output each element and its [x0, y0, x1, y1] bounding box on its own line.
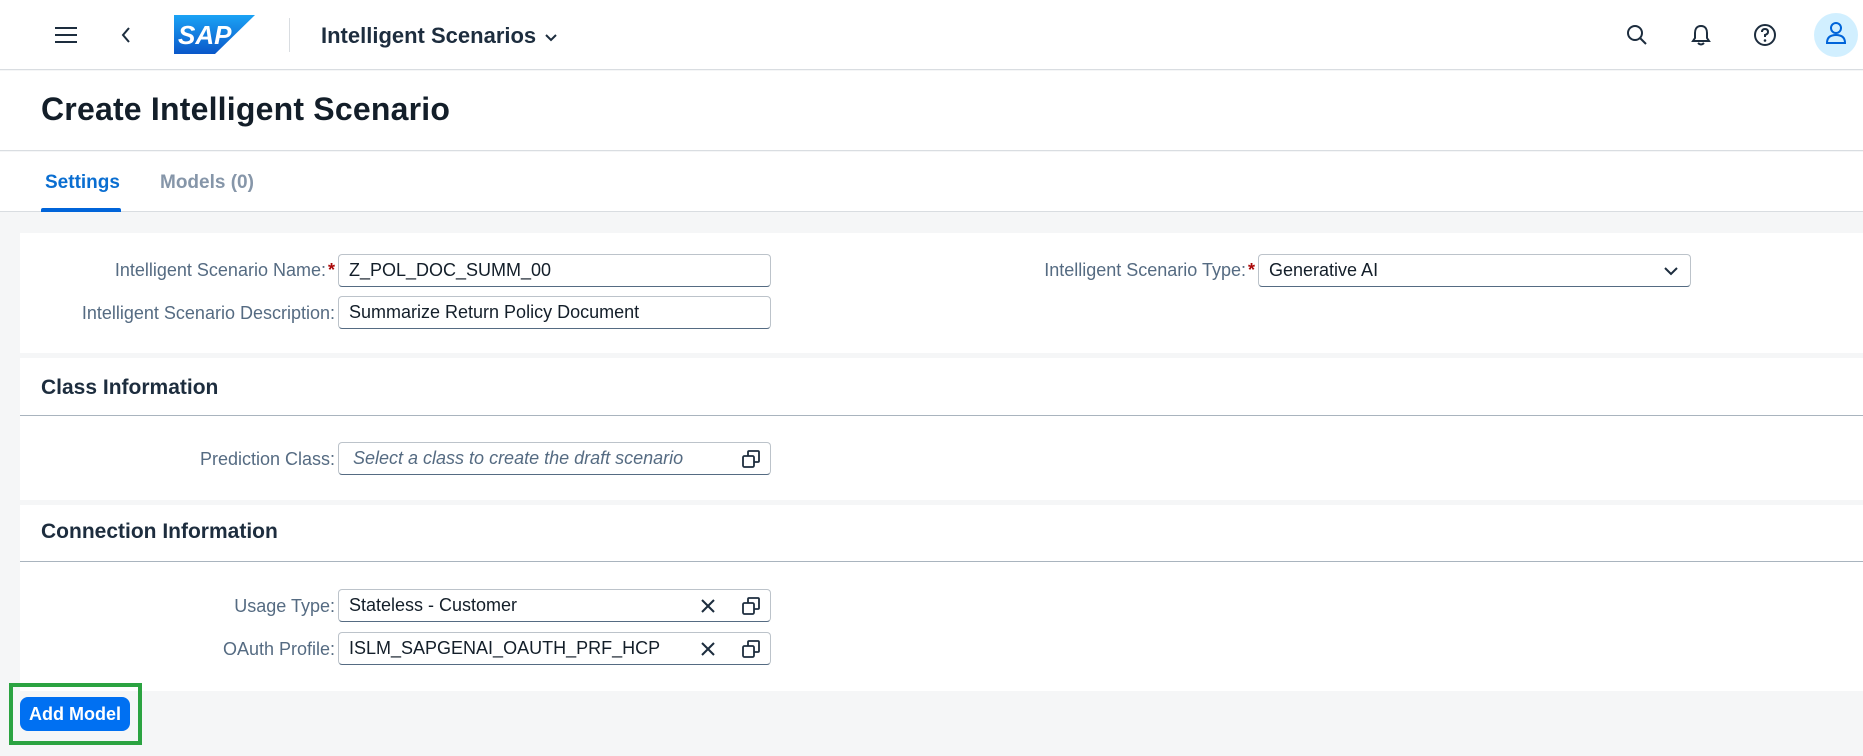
bell-icon[interactable]	[1681, 15, 1721, 55]
scenario-description-label: Intelligent Scenario Description:	[81, 303, 335, 323]
general-section: Intelligent Scenario Name: * Z_POL_DOC_SU…	[20, 233, 1863, 353]
prediction-class-label: Prediction Class:	[199, 449, 335, 469]
clear-icon[interactable]	[697, 638, 719, 660]
section-divider	[20, 561, 1863, 562]
class-information-section: Class Information Prediction Class: Sele…	[20, 358, 1863, 500]
app-title: Intelligent Scenarios	[321, 23, 537, 48]
page-header: Create Intelligent Scenario	[0, 71, 1863, 151]
usage-type-input[interactable]: Stateless - Customer	[338, 589, 771, 622]
user-avatar[interactable]	[1814, 13, 1858, 57]
add-model-button[interactable]: Add Model	[20, 697, 130, 731]
scenario-type-value: Generative AI	[1269, 260, 1379, 280]
menu-icon[interactable]	[46, 15, 86, 55]
shell-separator	[289, 18, 290, 52]
help-icon[interactable]	[1745, 15, 1785, 55]
active-tab-indicator	[41, 208, 121, 212]
class-information-title: Class Information	[41, 376, 219, 399]
usage-type-label: Usage Type:	[234, 596, 335, 616]
sap-logo[interactable]: SAP	[174, 15, 255, 54]
value-help-icon[interactable]	[740, 638, 762, 660]
connection-information-section: Connection Information Usage Type: State…	[20, 505, 1863, 691]
oauth-profile-value: ISLM_SAPGENAI_OAUTH_PRF_HCP	[349, 638, 661, 658]
scenario-description-input[interactable]: Summarize Return Policy Document	[338, 296, 771, 329]
scenario-description-value: Summarize Return Policy Document	[349, 302, 640, 322]
scenario-name-value: Z_POL_DOC_SUMM_00	[349, 260, 552, 280]
scenario-type-label: Intelligent Scenario Type: *	[1044, 260, 1255, 280]
back-icon[interactable]	[106, 15, 146, 55]
required-marker: *	[1247, 260, 1255, 280]
tab-bar: Settings Models (0)	[0, 152, 1863, 212]
logo-text: SAP	[178, 20, 232, 50]
clear-icon[interactable]	[697, 595, 719, 617]
value-help-icon[interactable]	[740, 595, 762, 617]
usage-type-value: Stateless - Customer	[349, 595, 518, 615]
oauth-profile-input[interactable]: ISLM_SAPGENAI_OAUTH_PRF_HCP	[338, 632, 771, 665]
page-title: Create Intelligent Scenario	[41, 91, 451, 127]
app-title-menu[interactable]: Intelligent Scenarios	[321, 23, 558, 49]
scenario-type-select[interactable]: Generative AI	[1258, 254, 1691, 287]
scenario-name-input[interactable]: Z_POL_DOC_SUMM_00	[338, 254, 771, 287]
required-marker: *	[327, 260, 335, 280]
prediction-class-placeholder: Select a class to create the draft scena…	[353, 448, 684, 468]
user-icon	[1825, 21, 1847, 50]
connection-information-title: Connection Information	[41, 520, 278, 543]
chevron-down-icon	[544, 23, 558, 49]
prediction-class-input[interactable]: Select a class to create the draft scena…	[338, 442, 771, 475]
value-help-icon[interactable]	[740, 448, 762, 470]
shell-bar: SAP Intelligent Scenarios	[0, 0, 1863, 70]
search-icon[interactable]	[1617, 15, 1657, 55]
tab-settings[interactable]: Settings	[45, 172, 120, 194]
tab-models[interactable]: Models (0)	[160, 172, 254, 194]
scenario-name-label: Intelligent Scenario Name: *	[114, 260, 335, 280]
section-divider	[20, 415, 1863, 416]
chevron-down-icon[interactable]	[1660, 260, 1682, 282]
oauth-profile-label: OAuth Profile:	[222, 639, 335, 659]
